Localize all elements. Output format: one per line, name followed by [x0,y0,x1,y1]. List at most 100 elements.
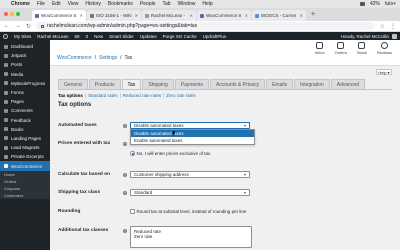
forward-icon[interactable]: → [15,23,21,29]
close-tab-icon[interactable]: ✕ [245,13,248,18]
option-disable-automated-taxes[interactable]: Disable automated taxes [131,130,254,137]
sidebar-item-dashboard[interactable]: Dashboard [0,42,50,51]
menu-help[interactable]: Help [202,1,212,7]
help-tip-icon[interactable]: ? [123,191,127,195]
sidebar-item-books[interactable]: Books [0,125,50,134]
dashboard-icon [4,44,8,49]
new-tab-button[interactable]: + [307,11,319,18]
link-zero-rate-rates[interactable]: Zero rate rates [166,93,196,98]
menu-dots-icon[interactable]: ⋮ [390,23,396,30]
tab-accounts-privacy[interactable]: Accounts & Privacy [210,79,266,89]
admin-bar-updraftplus[interactable]: UpdraftPlus [203,34,227,39]
link-tax-options[interactable]: Tax options [58,93,83,98]
tab-title: WooCommerce S [206,13,242,18]
menu-chrome[interactable]: Chrome [11,1,30,7]
star-icon[interactable]: ☆ [380,23,385,30]
menu-edit[interactable]: Edit [52,1,61,7]
sidebar-item-private-excerpts[interactable]: Private Excerpts [0,152,50,161]
link-standard-rates[interactable]: Standard rates [88,93,118,98]
close-tab-icon[interactable]: ✕ [300,13,303,18]
activity-orders-button[interactable]: Orders [335,42,347,55]
close-tab-icon[interactable]: ✕ [135,13,138,18]
sidebar-subitem-customers[interactable]: Customers [0,191,50,199]
browser-tab[interactable]: Rachel McLean - ✕ [142,10,196,21]
admin-bar-smart-slider[interactable]: Smart Slider [109,34,134,39]
back-icon[interactable]: ← [4,23,10,29]
sidebar-item-comments[interactable]: Comments [0,106,50,115]
sidebar-item-woocommerce[interactable]: WooCommerce [0,161,50,171]
tab-general[interactable]: General [58,79,88,89]
browser-tab[interactable]: WooCommerce S ✕ [197,10,251,21]
help-tip-icon[interactable]: ? [123,173,127,177]
admin-bar-account[interactable]: Howdy, Rachel McCollin [341,33,397,39]
rounding-checkbox-row[interactable]: Round tax at subtotal level, instead of … [130,209,246,214]
automated-taxes-select[interactable]: Disable automated taxes ▾ [130,122,250,129]
menu-tab[interactable]: Tab [163,1,171,7]
sidebar-item-feedback[interactable]: Feedback [0,116,50,125]
sidebar-item-posts[interactable]: Posts [0,60,50,69]
menu-history[interactable]: History [85,1,101,7]
reload-icon[interactable]: ↻ [26,23,31,30]
zoom-window-icon[interactable] [16,12,20,16]
comments-icon [4,108,8,113]
browser-tab[interactable]: WooCommerce S ✕ [32,10,86,21]
tab-shipping[interactable]: Shipping [142,79,174,89]
sidebar-item-pages[interactable]: Pages [0,97,50,106]
sidebar-item-mybookprogress[interactable]: MyBookProgress [0,79,50,88]
rounding-checkbox[interactable] [130,209,135,214]
browser-tab[interactable]: WOOCS - Curren ✕ [252,10,306,21]
minimize-window-icon[interactable] [10,12,14,16]
help-tip-icon[interactable]: ? [123,229,127,233]
url-text: rachelmclean.com/wp-admin/admin.php?page… [47,23,198,29]
sidebar-subitem-home[interactable]: Home [0,170,50,178]
admin-bar-updates-count[interactable]: 59 [75,34,80,39]
admin-bar-site-name[interactable]: Rachel McLean [37,34,68,39]
magnet-icon [4,145,8,150]
sidebar-item-lead-magnets[interactable]: Lead Magnets [0,143,50,152]
menu-bookmarks[interactable]: Bookmarks [108,1,133,7]
admin-bar-my-sites[interactable]: My Sites [14,34,31,39]
tab-tax[interactable]: Tax [121,79,142,89]
tab-payments[interactable]: Payments [174,79,210,89]
sidebar-item-landing-pages[interactable]: Landing Pages [0,134,50,143]
url-field[interactable]: rachelmclean.com/wp-admin/admin.php?page… [36,22,375,30]
wordpress-logo-icon[interactable] [3,33,8,39]
menu-file[interactable]: File [37,1,45,7]
sidebar-item-media[interactable]: Media [0,70,50,79]
close-window-icon[interactable] [4,12,8,16]
additional-tax-classes-textarea[interactable]: Reduced rate Zero rate [130,226,252,248]
close-tab-icon[interactable]: ✕ [80,13,83,18]
menu-people[interactable]: People [140,1,156,7]
tab-emails[interactable]: Emails [266,79,294,89]
tab-products[interactable]: Products [88,79,121,89]
sidebar-item-jetpack[interactable]: Jetpack [0,51,50,60]
sidebar-subitem-orders[interactable]: Orders [0,177,50,185]
admin-bar-new[interactable]: New [94,34,103,39]
radio-button[interactable] [130,151,135,156]
calculate-tax-select[interactable]: Customer shipping address ▾ [130,171,250,178]
rounding-label: Rounding [58,209,80,214]
menu-view[interactable]: View [68,1,79,7]
admin-bar-comments-count[interactable]: 0 [86,34,89,39]
help-tip-icon[interactable]: ? [123,124,127,128]
link-reduced-rate-rates[interactable]: Reduced rate rates [123,93,161,98]
breadcrumb-woocommerce[interactable]: WooCommerce [57,55,92,61]
tab-advanced[interactable]: Advanced [330,79,365,89]
breadcrumb-settings[interactable]: Settings [99,55,117,61]
activity-inbox-button[interactable]: Inbox [315,42,325,55]
option-enable-automated-taxes[interactable]: Enable automated taxes [131,137,254,144]
close-tab-icon[interactable]: ✕ [190,13,193,18]
shipping-tax-class-select[interactable]: Standard ▾ [130,189,250,196]
sidebar-subitem-coupons[interactable]: Coupons [0,184,50,192]
tab-integration[interactable]: Integration [294,79,330,89]
browser-tab[interactable]: ISO 3166-1 - Wiki ✕ [87,10,141,21]
admin-bar-purge-cache[interactable]: Purge SG Cache [163,34,197,39]
prices-exclusive-radio[interactable]: No, I will enter prices exclusive of tax [130,151,210,156]
activity-reviews-button[interactable]: Reviews [377,42,392,55]
help-button[interactable]: Help ▾ [376,69,392,75]
admin-bar-updates[interactable]: Updates [140,34,157,39]
sidebar-item-forms[interactable]: Forms [0,88,50,97]
activity-stock-button[interactable]: Stock [357,42,367,55]
menu-window[interactable]: Window [178,1,196,7]
help-tip-icon[interactable]: ? [123,142,127,146]
